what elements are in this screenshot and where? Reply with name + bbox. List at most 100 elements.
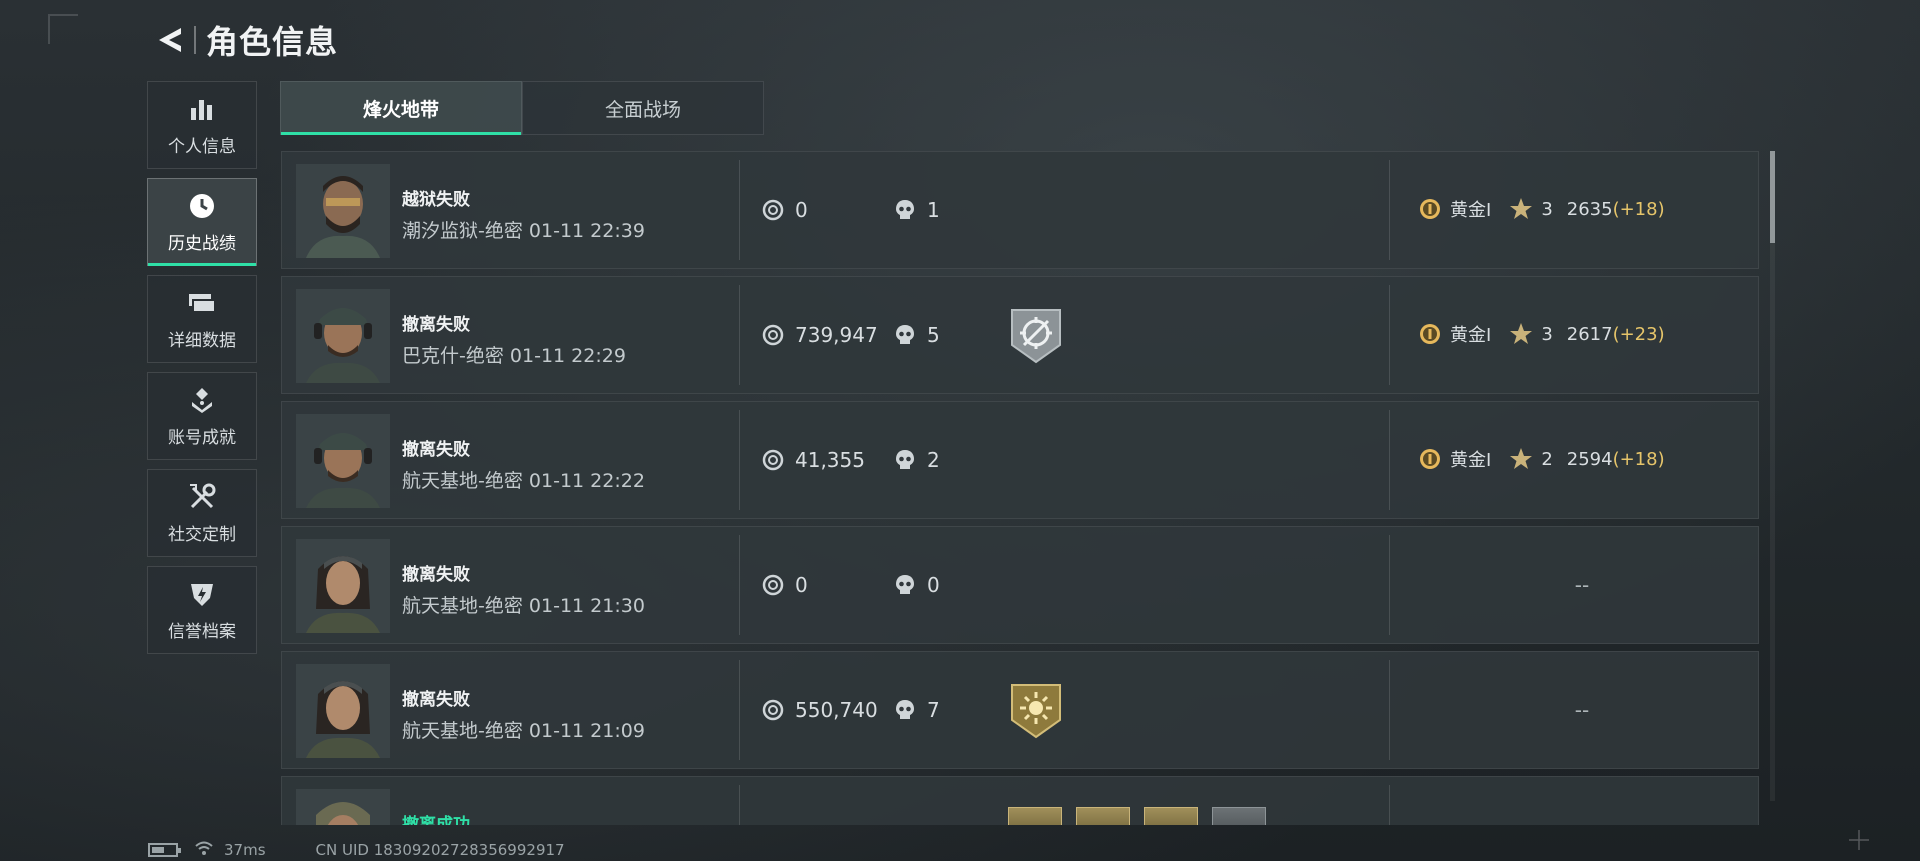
battery-icon	[148, 843, 181, 857]
gold-rank-icon	[1418, 447, 1442, 471]
divider	[1389, 410, 1390, 510]
back-button[interactable]	[150, 20, 190, 60]
divider	[1389, 160, 1390, 260]
kills-value: 5	[927, 323, 940, 347]
money-stat: 0	[761, 573, 808, 597]
money-value: 0	[795, 573, 808, 597]
score-delta: (+23)	[1612, 323, 1665, 345]
skull-icon	[893, 448, 917, 472]
divider	[739, 160, 740, 260]
match-map-time: 潮汐监狱-绝密 01-11 22:39	[402, 216, 645, 243]
tab-warzone[interactable]: 烽火地带	[280, 81, 522, 135]
list-scrollbar[interactable]	[1770, 151, 1775, 801]
match-row[interactable]: 撤离失败 航天基地-绝密 01-11 21:30 0 0 --	[281, 526, 1759, 644]
match-map-time: 巴克什-绝密 01-11 22:29	[402, 341, 626, 368]
tab-battlefield[interactable]: 全面战场	[522, 81, 764, 135]
score-delta: (+18)	[1612, 448, 1665, 470]
match-map: 巴克什-绝密	[402, 345, 504, 367]
score-value: 2635	[1566, 198, 1613, 220]
coin-icon	[761, 448, 785, 472]
match-history-list: 越狱失败 潮汐监狱-绝密 01-11 22:39 0 1 黄金I 3 2635(…	[281, 151, 1759, 825]
star-icon	[1509, 322, 1533, 346]
operator-portrait	[296, 414, 390, 508]
match-map: 潮汐监狱-绝密	[402, 220, 523, 242]
match-map: 航天基地-绝密	[402, 470, 523, 492]
sidebar-item-profile[interactable]: 个人信息	[147, 81, 257, 169]
score-value: 2617	[1566, 323, 1613, 345]
kills-value: 0	[927, 573, 940, 597]
status-bar: 37ms CN UID 18309202728356992917	[148, 840, 565, 860]
match-time: 01-11 21:30	[528, 595, 645, 617]
match-map-time: 航天基地-绝密 01-11 22:22	[402, 466, 645, 493]
achievement-badge-icon[interactable]	[1144, 807, 1198, 825]
coin-icon	[761, 573, 785, 597]
crosshair-shield-icon[interactable]	[1008, 307, 1064, 365]
rank-score: 2635(+18)	[1567, 199, 1665, 220]
star-count: 3	[1541, 198, 1553, 220]
gold-rank-icon	[1418, 322, 1442, 346]
kills-stat: 7	[893, 698, 940, 722]
star-count: 3	[1541, 323, 1553, 345]
scroll-thumb[interactable]	[1770, 151, 1775, 243]
star-count: 2	[1541, 448, 1553, 470]
rank-name: 黄金I	[1450, 450, 1492, 471]
sidebar-item-social[interactable]: 社交定制	[147, 469, 257, 557]
kills-stat: 2	[893, 448, 940, 472]
rank-empty: --	[1574, 698, 1590, 722]
skull-icon	[893, 698, 917, 722]
sidebar: 个人信息 历史战绩 详细数据 账号成就 社交定制 信誉档案	[147, 81, 257, 663]
back-arrow-icon	[159, 28, 181, 52]
sidebar-item-history[interactable]: 历史战绩	[147, 178, 257, 266]
divider	[1389, 785, 1390, 825]
sidebar-item-achievements[interactable]: 账号成就	[147, 372, 257, 460]
cards-icon	[186, 288, 218, 318]
match-row[interactable]: 撤离成功	[281, 776, 1759, 825]
skull-icon	[893, 198, 917, 222]
wifi-icon	[194, 840, 214, 860]
match-row[interactable]: 撤离失败 航天基地-绝密 01-11 21:09 550,740 7 --	[281, 651, 1759, 769]
match-row[interactable]: 越狱失败 潮汐监狱-绝密 01-11 22:39 0 1 黄金I 3 2635(…	[281, 151, 1759, 269]
coin-icon	[761, 698, 785, 722]
money-value: 550,740	[795, 698, 878, 722]
match-result: 撤离成功	[402, 815, 470, 825]
kills-value: 2	[927, 448, 940, 472]
money-value: 0	[795, 198, 808, 222]
star-icon	[1509, 447, 1533, 471]
sidebar-item-label: 信誉档案	[168, 621, 236, 642]
page-title: 角色信息	[206, 23, 339, 61]
money-stat: 0	[761, 198, 808, 222]
mode-tabs: 烽火地带 全面战场	[280, 81, 764, 135]
match-result: 撤离失败	[402, 690, 470, 710]
operator-portrait	[296, 289, 390, 383]
sun-shield-icon[interactable]	[1008, 682, 1064, 740]
rank-info: 黄金I 3 2635(+18)	[1418, 196, 1665, 222]
kills-value: 1	[927, 198, 940, 222]
star-icon	[1509, 197, 1533, 221]
match-row[interactable]: 撤离失败 巴克什-绝密 01-11 22:29 739,947 5 黄金I 3 …	[281, 276, 1759, 394]
money-value: 41,355	[795, 448, 865, 472]
crosshair-decoration-icon	[1847, 828, 1871, 852]
coin-icon	[761, 323, 785, 347]
sidebar-item-label: 历史战绩	[168, 233, 236, 254]
achievement-icon	[186, 385, 218, 415]
kills-stat: 1	[893, 198, 940, 222]
match-time: 01-11 22:29	[509, 345, 626, 367]
rank-info: 黄金I 2 2594(+18)	[1418, 446, 1665, 472]
match-time: 01-11 22:22	[528, 470, 645, 492]
match-time: 01-11 22:39	[528, 220, 645, 242]
rank-info: 黄金I 3 2617(+23)	[1418, 321, 1665, 347]
achievement-badge-icon[interactable]	[1212, 807, 1266, 825]
corner-decoration	[48, 14, 78, 44]
achievement-badge-icon[interactable]	[1076, 807, 1130, 825]
match-row[interactable]: 撤离失败 航天基地-绝密 01-11 22:22 41,355 2 黄金I 2 …	[281, 401, 1759, 519]
badge-strip	[1008, 807, 1266, 825]
score-delta: (+18)	[1612, 198, 1665, 220]
sidebar-item-details[interactable]: 详细数据	[147, 275, 257, 363]
sidebar-item-reputation[interactable]: 信誉档案	[147, 566, 257, 654]
header-divider	[194, 26, 196, 54]
skull-icon	[893, 573, 917, 597]
divider	[739, 410, 740, 510]
achievement-badge-icon[interactable]	[1008, 807, 1062, 825]
operator-portrait	[296, 164, 390, 258]
clock-icon	[186, 191, 218, 221]
